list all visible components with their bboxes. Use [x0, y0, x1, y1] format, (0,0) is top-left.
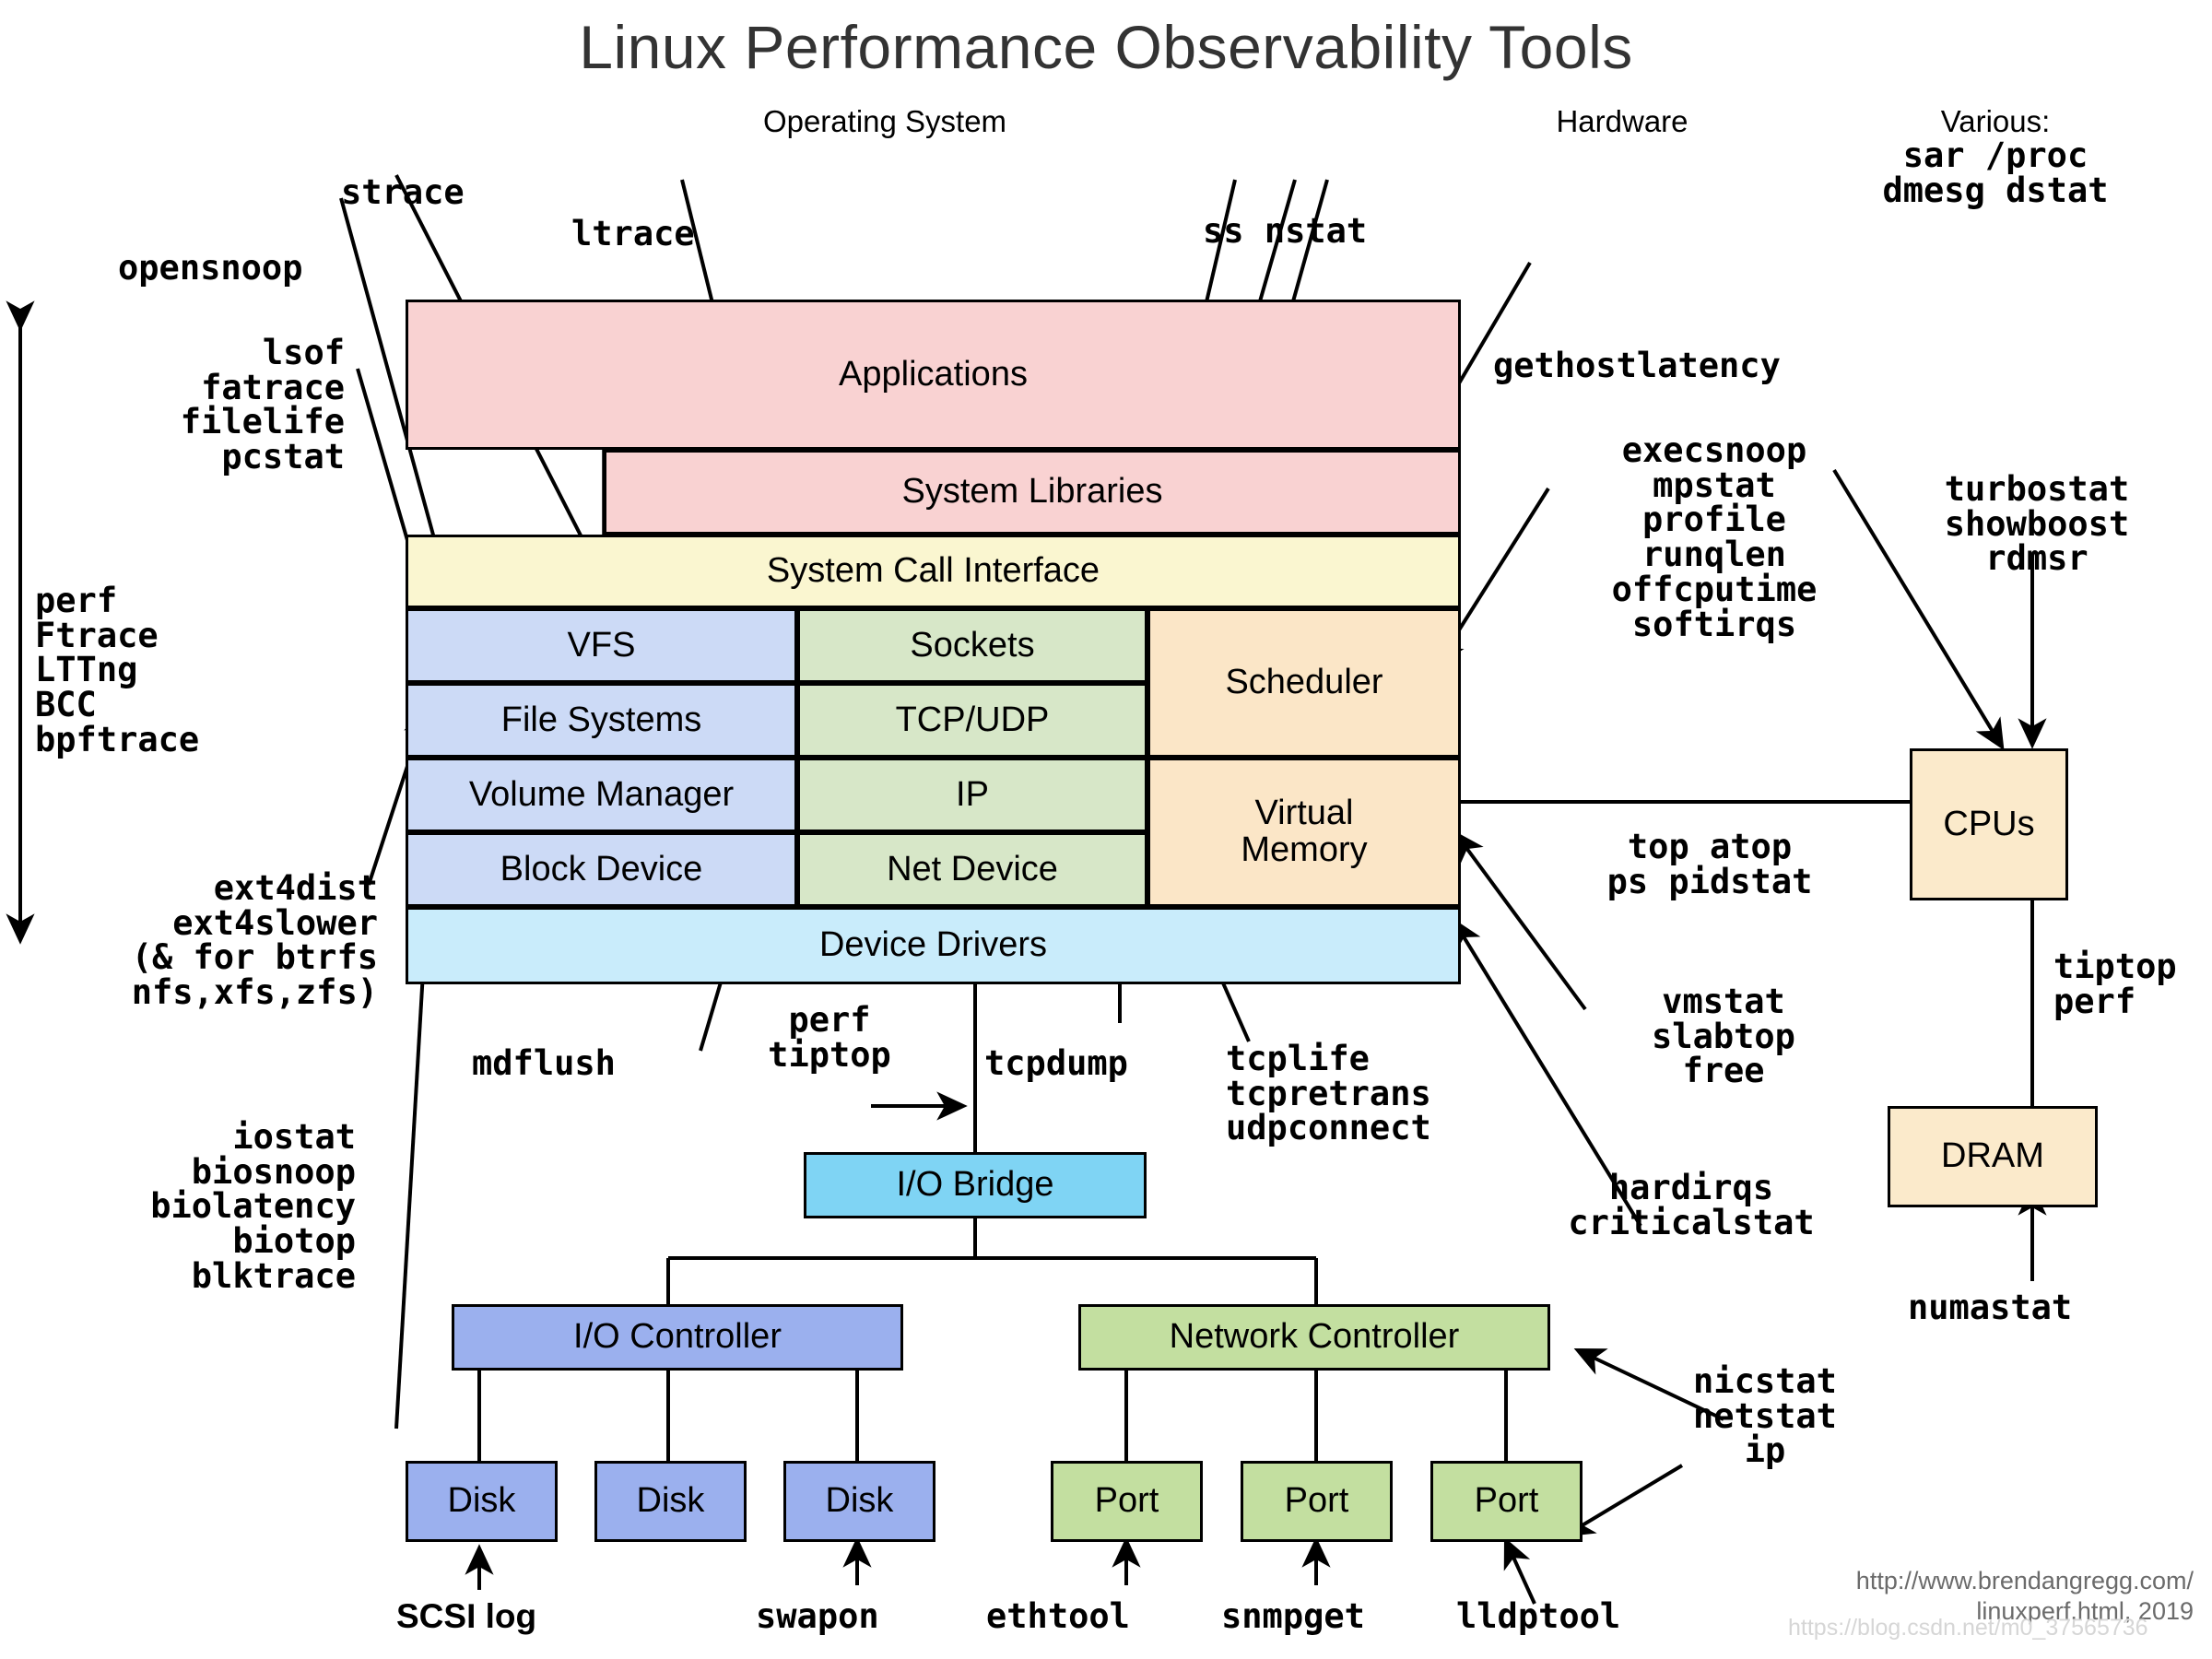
- box-volume-manager: Volume Manager: [406, 758, 797, 832]
- tool-various-cmds: sar /proc dmesg dstat: [1882, 135, 2109, 210]
- box-ip: IP: [797, 758, 1147, 832]
- tool-turbostat-group: turbostat showboost rdmsr: [1944, 469, 2130, 579]
- watermark: https://blog.csdn.net/m0_37565736: [1788, 1615, 2148, 1641]
- diagram-canvas: Linux Performance Observability Tools Op…: [0, 0, 2212, 1659]
- box-io-controller: I/O Controller: [452, 1304, 903, 1371]
- box-virtual-memory: Virtual Memory: [1147, 758, 1461, 907]
- tool-ltrace: ltrace: [571, 214, 695, 253]
- tool-snmpget: snmpget: [1221, 1596, 1365, 1636]
- box-port-1: Port: [1051, 1461, 1203, 1542]
- footer-url-line1: http://www.brendangregg.com/: [1855, 1567, 2194, 1594]
- tool-tracers-group: perf Ftrace LTTng BCC bpftrace: [35, 581, 200, 759]
- header-operating-system: Operating System: [762, 104, 1007, 138]
- tool-swapon: swapon: [756, 1596, 879, 1636]
- tool-mdflush: mdflush: [472, 1043, 616, 1083]
- header-various: Various:: [1940, 104, 2051, 138]
- box-block-device: Block Device: [406, 832, 797, 907]
- box-port-2: Port: [1241, 1461, 1393, 1542]
- tool-block-group: iostat biosnoop biolatency biotop blktra…: [150, 1117, 356, 1296]
- tool-proc-group: top atop ps pidstat: [1606, 827, 1813, 901]
- tool-file-group: lsof fatrace filelife pcstat: [180, 333, 345, 477]
- tool-nic-group: nicstat netstat ip: [1693, 1361, 1837, 1471]
- box-sockets: Sockets: [797, 608, 1147, 683]
- tool-ethtool: ethtool: [986, 1596, 1130, 1636]
- tool-tcp-group: tcplife tcpretrans udpconnect: [1226, 1039, 1431, 1148]
- tool-gethostlatency: gethostlatency: [1493, 346, 1781, 385]
- page-title: Linux Performance Observability Tools: [579, 13, 1633, 81]
- box-disk-3: Disk: [783, 1461, 935, 1542]
- tool-opensnoop: opensnoop: [118, 248, 303, 288]
- box-port-3: Port: [1430, 1461, 1583, 1542]
- box-net-device: Net Device: [797, 832, 1147, 907]
- tool-cpu-group: execsnoop mpstat profile runqlen offcput…: [1611, 430, 1818, 644]
- tool-perf-tiptop: perf tiptop: [768, 1000, 891, 1075]
- box-scheduler: Scheduler: [1147, 608, 1461, 758]
- box-system-call-interface: System Call Interface: [406, 535, 1461, 608]
- box-disk-1: Disk: [406, 1461, 558, 1542]
- tool-tiptop-perf: tiptop perf: [2053, 947, 2177, 1021]
- tool-strace: strace: [341, 172, 465, 212]
- box-device-drivers: Device Drivers: [406, 907, 1461, 984]
- box-file-systems: File Systems: [406, 683, 797, 758]
- box-applications: Applications: [406, 300, 1461, 450]
- box-vfs: VFS: [406, 608, 797, 683]
- box-virtual-memory-label: Virtual Memory: [1241, 794, 1368, 869]
- tool-ext4-group: ext4dist ext4slower (& for btrfs nfs,xfs…: [131, 868, 378, 1013]
- box-system-libraries: System Libraries: [604, 450, 1461, 535]
- tool-numastat: numastat: [1908, 1288, 2073, 1327]
- box-tcp-udp: TCP/UDP: [797, 683, 1147, 758]
- tool-mem-group: vmstat slabtop free: [1652, 982, 1795, 1091]
- tool-ss-nstat: ss nstat: [1203, 211, 1368, 251]
- header-hardware: Hardware: [1556, 104, 1688, 138]
- tool-irq-group: hardirqs criticalstat: [1568, 1168, 1815, 1242]
- tool-scsi-log: SCSI log: [396, 1597, 537, 1635]
- tool-tcpdump: tcpdump: [984, 1043, 1128, 1083]
- box-io-bridge: I/O Bridge: [804, 1152, 1147, 1218]
- box-network-controller: Network Controller: [1078, 1304, 1550, 1371]
- box-dram: DRAM: [1888, 1106, 2098, 1207]
- box-disk-2: Disk: [594, 1461, 747, 1542]
- box-cpus: CPUs: [1910, 748, 2068, 900]
